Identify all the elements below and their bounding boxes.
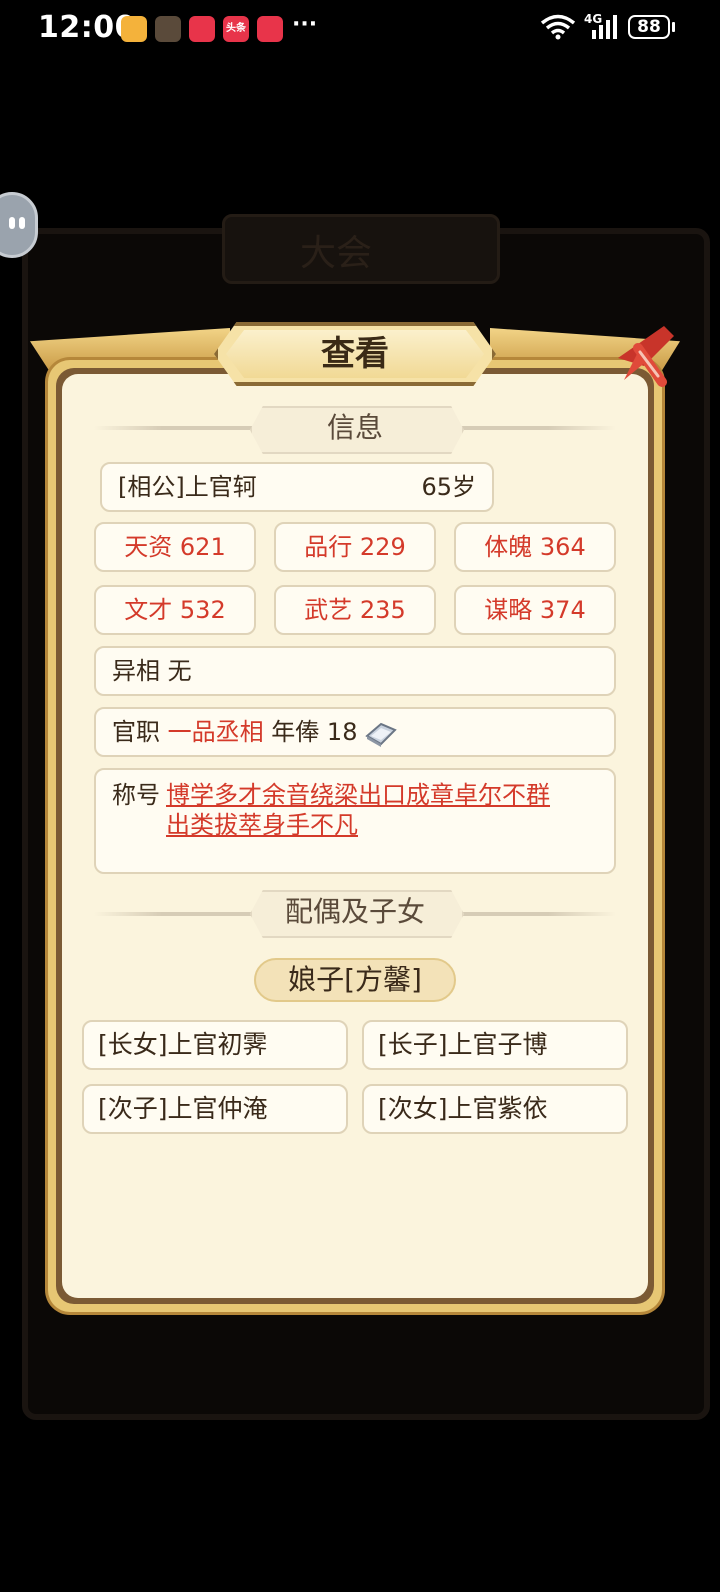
battery-tip [672,22,675,32]
shopping-notification-icon [189,16,215,42]
person-name: [相公]上官轲 [118,473,257,501]
close-button[interactable] [604,322,678,396]
traits-value: 无 [167,657,192,685]
child-second-son[interactable]: [次子]上官仲淹 [82,1084,348,1134]
assistant-eye-icon [9,217,15,229]
titles-row: 称号 博学多才余音绕梁出口成章卓尔不群 出类拔萃身手不凡 [94,768,616,874]
stat-conduct: 品行 229 [274,522,436,572]
office-rank: 一品丞相 [167,718,264,746]
stat-strategy: 谋略 374 [454,585,616,635]
titles-label: 称号 [112,781,160,809]
titles-line-2: 出类拔萃身手不凡 [166,811,358,839]
stat-talent: 天资 621 [94,522,256,572]
panel-title: 查看 [321,334,389,374]
status-bar: 12:00 头条 ··· 4G 88 [0,0,720,56]
signal-icon [592,15,617,39]
office-row: 官职 一品丞相 年俸 18 [94,707,616,757]
app-notification-icon [121,16,147,42]
traits-label: 异相 [112,657,160,685]
battery-indicator: 88 [628,15,670,39]
stat-physique: 体魄 364 [454,522,616,572]
silver-ingot-icon [365,722,397,747]
salary-label: 年俸 [271,718,320,746]
stat-literary: 文才 532 [94,585,256,635]
section-title-info: 信息 [326,411,383,444]
shopping-notification-icon-2 [257,16,283,42]
section-title-family: 配偶及子女 [284,895,425,928]
more-notifications-icon: ··· [292,12,318,37]
child-second-daughter[interactable]: [次女]上官紫依 [362,1084,628,1134]
section-divider-right [446,426,616,430]
traits-row: 异相 无 [94,646,616,696]
section-divider-left [94,912,264,916]
assistant-eye-icon [19,217,25,229]
spouse-name[interactable]: 娘子[方馨] [254,958,456,1002]
stat-martial: 武艺 235 [274,585,436,635]
game-notification-icon [155,16,181,42]
news-notification-icon: 头条 [223,16,249,42]
wifi-icon [540,14,576,40]
section-divider-left [94,426,264,430]
person-name-row: [相公]上官轲 65岁 [100,462,494,512]
office-label: 官职 [112,718,160,746]
background-title: 大会 [300,233,373,274]
titles-line-1: 博学多才余音绕梁出口成章卓尔不群 [166,781,550,809]
child-eldest-daughter[interactable]: [长女]上官初霁 [82,1020,348,1070]
salary-value: 18 [326,718,358,746]
child-eldest-son[interactable]: [长子]上官子博 [362,1020,628,1070]
floating-assistant-button[interactable] [0,192,38,258]
person-age: 65岁 [421,473,476,501]
section-divider-right [446,912,616,916]
